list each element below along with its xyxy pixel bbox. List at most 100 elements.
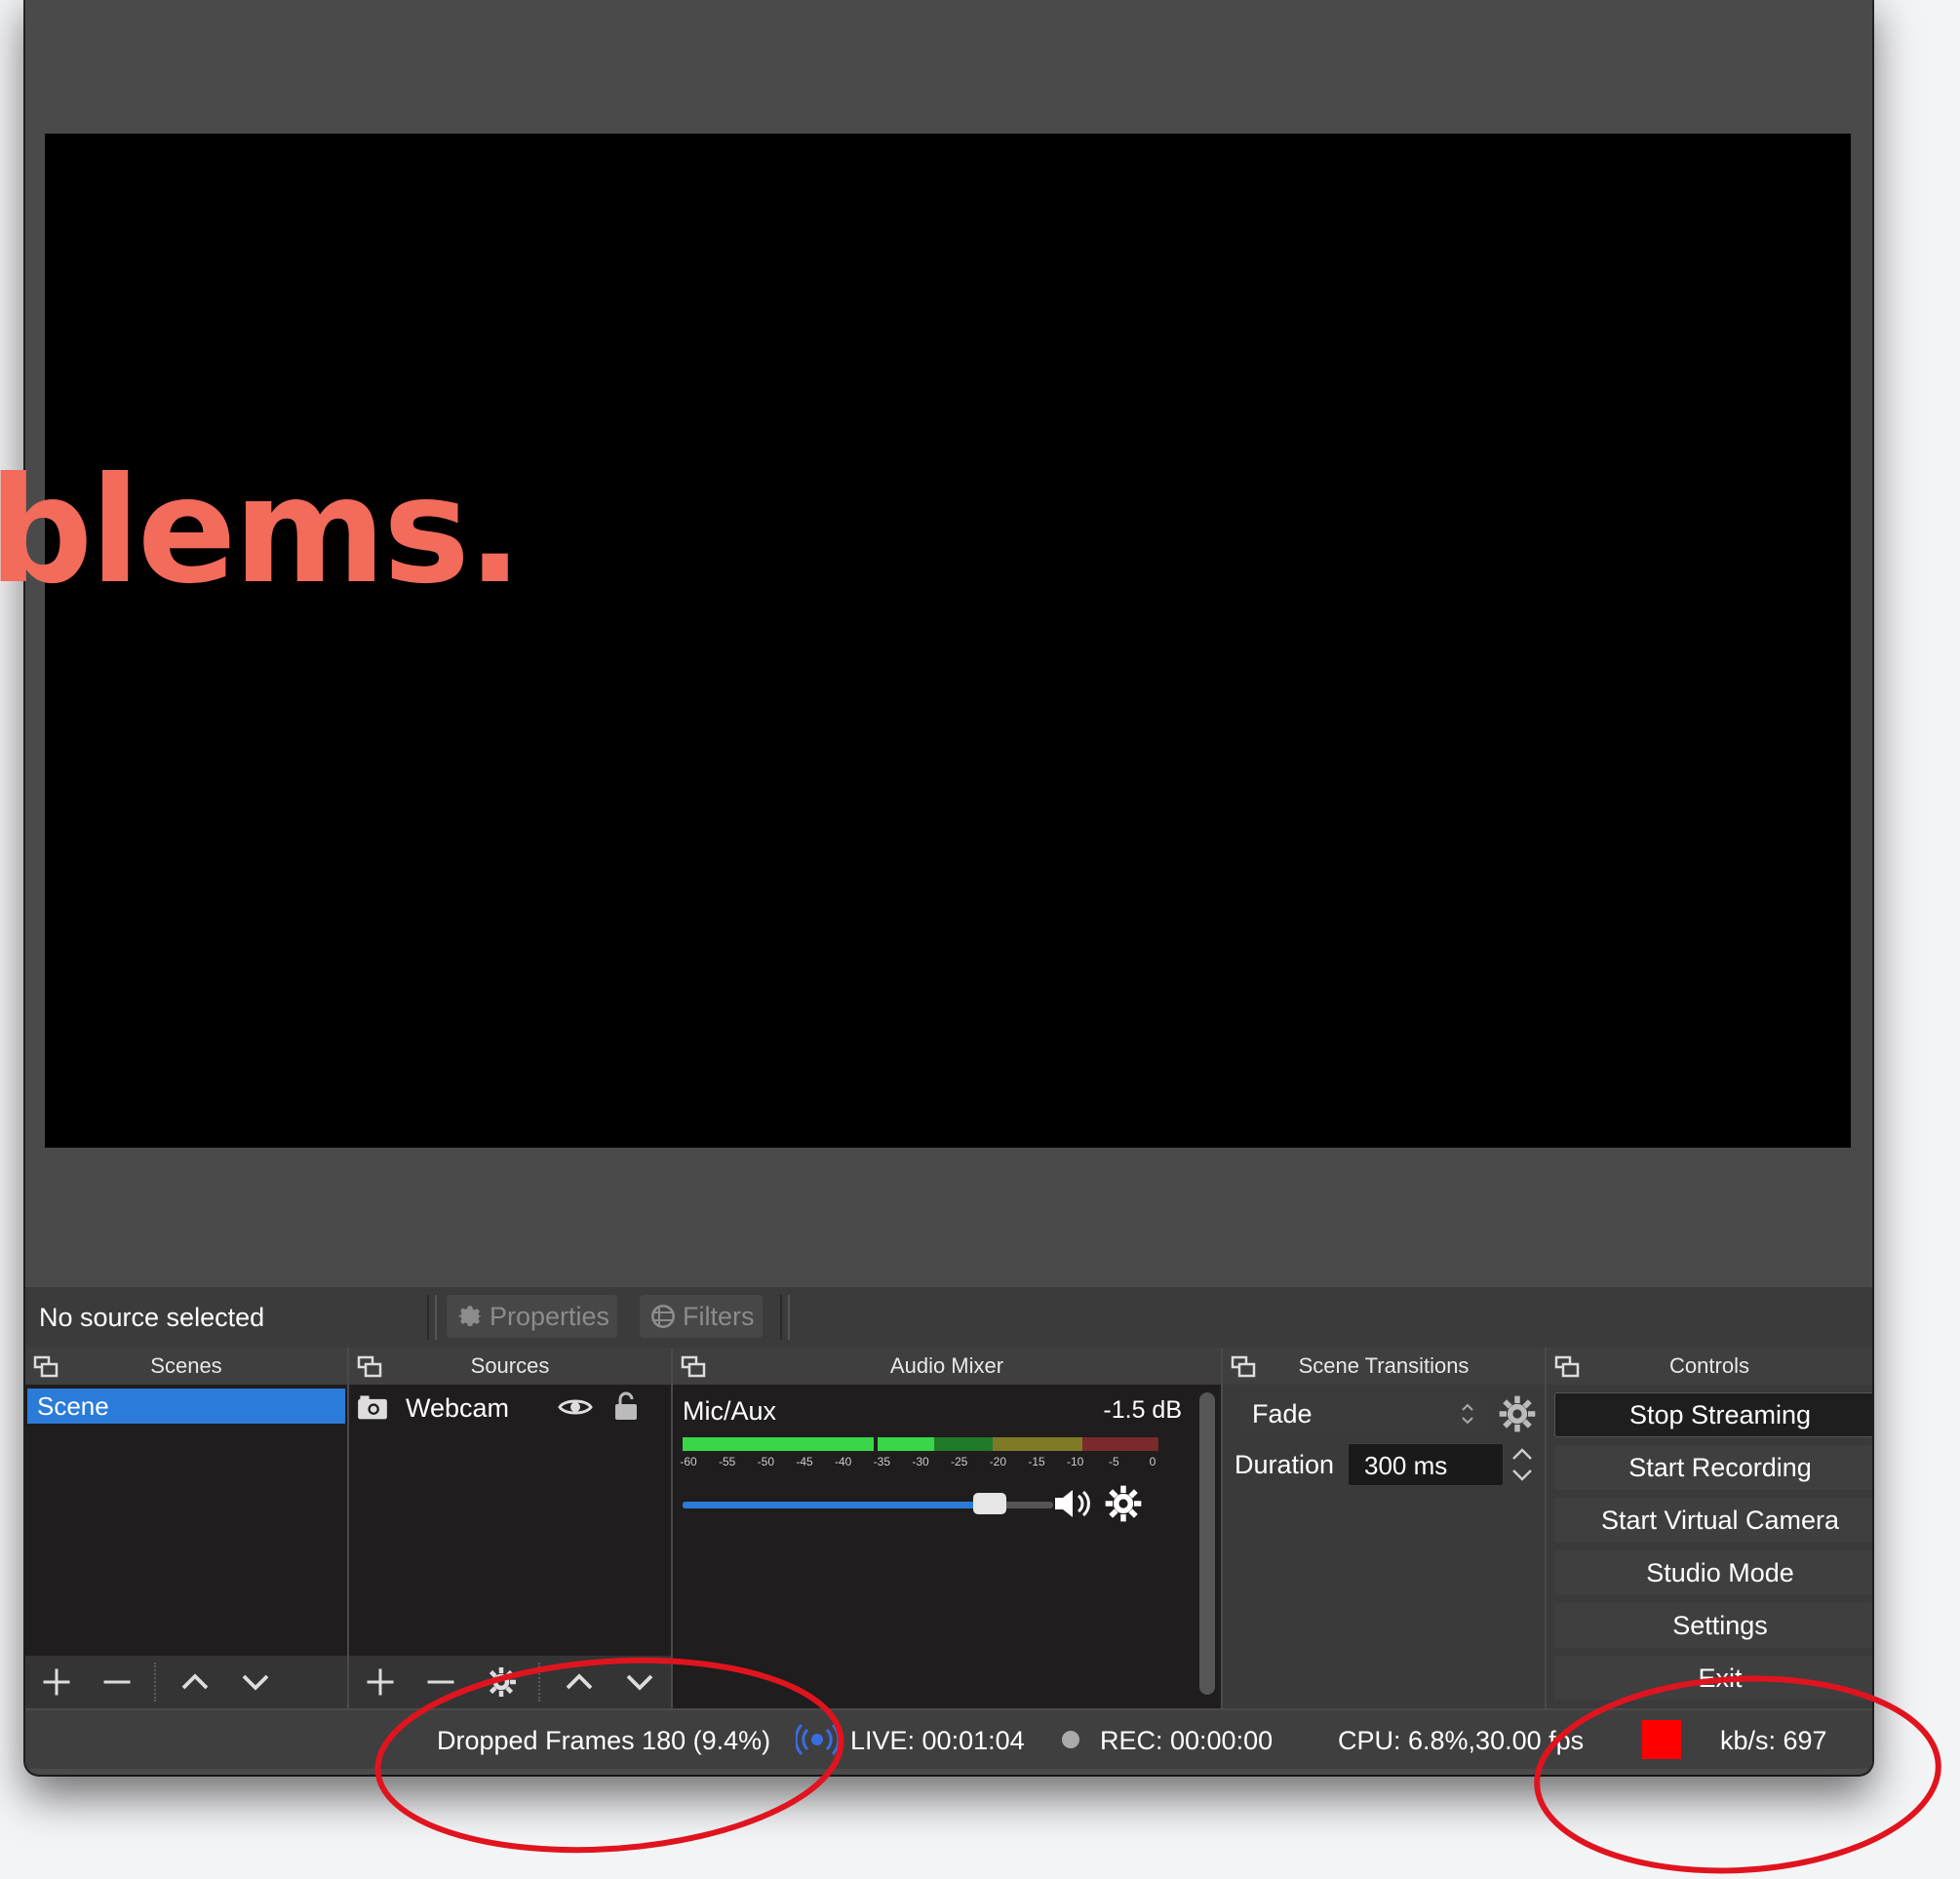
volume-slider-handle[interactable] bbox=[973, 1493, 1007, 1514]
controls-title: Controls bbox=[1547, 1348, 1872, 1385]
filter-icon bbox=[651, 1305, 675, 1328]
undock-icon[interactable] bbox=[357, 1355, 382, 1379]
lock-icon[interactable] bbox=[612, 1390, 640, 1422]
speaker-icon[interactable] bbox=[1051, 1482, 1094, 1525]
filters-button[interactable]: Filters bbox=[640, 1295, 763, 1338]
start-virtual-camera-button[interactable]: Start Virtual Camera bbox=[1554, 1498, 1872, 1543]
dropped-frames: Dropped Frames 180 (9.4%) bbox=[437, 1726, 771, 1755]
preview-canvas[interactable] bbox=[45, 134, 1851, 1148]
volume-slider[interactable] bbox=[683, 1493, 1053, 1514]
meter-bar-green bbox=[683, 1437, 874, 1451]
meter-tick: -35 bbox=[873, 1455, 890, 1468]
add-scene-button[interactable] bbox=[33, 1659, 80, 1705]
move-source-down-button[interactable] bbox=[616, 1659, 663, 1705]
scene-item[interactable]: Scene bbox=[27, 1389, 345, 1424]
transition-value: Fade bbox=[1252, 1399, 1313, 1429]
settings-button[interactable]: Settings bbox=[1554, 1603, 1872, 1648]
camera-icon bbox=[358, 1395, 387, 1420]
move-scene-up-button[interactable] bbox=[172, 1659, 218, 1705]
meter-tick: -30 bbox=[912, 1455, 929, 1468]
meter-bar-green bbox=[878, 1437, 934, 1451]
transition-select[interactable]: Fade bbox=[1235, 1392, 1486, 1435]
volume-fill bbox=[683, 1502, 991, 1508]
toolbar-divider bbox=[154, 1663, 158, 1702]
undock-icon[interactable] bbox=[681, 1355, 706, 1379]
scene-transitions-dock: Scene Transitions Fade Duration 300 ms bbox=[1223, 1348, 1545, 1708]
meter-tick: -55 bbox=[718, 1455, 736, 1468]
transition-gear-icon[interactable] bbox=[1496, 1392, 1539, 1435]
controls-body: Stop Streaming Start Recording Start Vir… bbox=[1547, 1385, 1872, 1708]
source-properties-button[interactable] bbox=[478, 1659, 525, 1705]
kbps-readout: kb/s: 697 bbox=[1720, 1726, 1827, 1755]
remove-scene-button[interactable] bbox=[94, 1659, 140, 1705]
minus-icon bbox=[103, 1680, 131, 1684]
studio-mode-button[interactable]: Studio Mode bbox=[1554, 1550, 1872, 1595]
meter-tick: -10 bbox=[1066, 1455, 1084, 1468]
undock-icon[interactable] bbox=[1554, 1355, 1580, 1379]
undock-icon[interactable] bbox=[33, 1355, 59, 1379]
move-scene-down-button[interactable] bbox=[232, 1659, 279, 1705]
chevron-down-icon bbox=[242, 1674, 269, 1691]
properties-label: Properties bbox=[490, 1301, 610, 1331]
properties-button[interactable]: Properties bbox=[447, 1295, 618, 1338]
source-item-webcam[interactable]: Webcam bbox=[357, 1389, 663, 1428]
chevron-up-icon bbox=[566, 1673, 593, 1690]
duration-input[interactable]: 300 ms bbox=[1348, 1443, 1504, 1486]
meter-tick: 0 bbox=[1149, 1455, 1156, 1468]
rec-timer: REC: 00:00:00 bbox=[1100, 1726, 1274, 1755]
add-source-button[interactable] bbox=[357, 1659, 404, 1705]
audio-mixer-title: Audio Mixer bbox=[673, 1348, 1221, 1385]
scenes-list: Scene bbox=[25, 1385, 347, 1708]
meter-tick: -60 bbox=[680, 1455, 697, 1468]
mixer-db-value: -1.5 dB bbox=[1103, 1396, 1182, 1424]
broadcast-icon bbox=[796, 1723, 839, 1756]
undock-icon[interactable] bbox=[1231, 1355, 1256, 1379]
status-bar: Dropped Frames 180 (9.4%) LIVE: 00:01:04… bbox=[25, 1710, 1872, 1769]
stop-streaming-button[interactable]: Stop Streaming bbox=[1554, 1392, 1872, 1437]
toolbar-separator bbox=[780, 1295, 790, 1340]
slide-headline: blems. bbox=[0, 447, 523, 616]
meter-bar-dark-green bbox=[934, 1437, 993, 1451]
mixer-icons bbox=[1051, 1482, 1145, 1525]
sources-toolbar bbox=[349, 1656, 671, 1708]
live-timer: LIVE: 00:01:04 bbox=[850, 1726, 1025, 1755]
meter-bar-red bbox=[1082, 1437, 1158, 1451]
scenes-toolbar bbox=[25, 1656, 347, 1708]
meter-tick: -25 bbox=[950, 1455, 968, 1468]
cpu-usage: CPU: 6.8%,30.00 fps bbox=[1338, 1726, 1585, 1755]
eye-icon[interactable] bbox=[558, 1392, 593, 1422]
source-label: Webcam bbox=[406, 1392, 510, 1423]
gear-icon[interactable] bbox=[1102, 1482, 1145, 1525]
meter-tick: -50 bbox=[757, 1455, 774, 1468]
sources-title: Sources bbox=[349, 1348, 671, 1385]
toolbar-separator bbox=[427, 1295, 437, 1340]
plus-icon bbox=[43, 1668, 70, 1696]
mixer-channel-name: Mic/Aux bbox=[683, 1396, 777, 1426]
meter-tick: -40 bbox=[834, 1455, 852, 1468]
gear-icon bbox=[487, 1667, 516, 1697]
audio-mixer-dock: Audio Mixer Mic/Aux -1.5 dB -60 -55 -50 -45… bbox=[673, 1348, 1221, 1708]
duration-label: Duration bbox=[1235, 1450, 1335, 1479]
move-source-up-button[interactable] bbox=[556, 1659, 603, 1705]
scene-transitions-title-label: Scene Transitions bbox=[1298, 1353, 1470, 1378]
controls-title-label: Controls bbox=[1669, 1353, 1749, 1378]
toolbar-divider bbox=[538, 1663, 542, 1702]
bitrate-indicator bbox=[1642, 1720, 1681, 1759]
no-source-label: No source selected bbox=[39, 1303, 265, 1332]
mixer-scrollbar[interactable] bbox=[1199, 1392, 1215, 1695]
scene-transitions-body: Fade Duration 300 ms bbox=[1223, 1385, 1545, 1708]
controls-dock: Controls Stop Streaming Start Recording … bbox=[1547, 1348, 1872, 1708]
remove-source-button[interactable] bbox=[417, 1659, 464, 1705]
audio-mixer-body: Mic/Aux -1.5 dB -60 -55 -50 -45 -40 -35 -30 -25… bbox=[673, 1385, 1221, 1708]
start-recording-button[interactable]: Start Recording bbox=[1554, 1445, 1872, 1490]
duration-stepper[interactable] bbox=[1506, 1441, 1539, 1488]
record-dot-icon bbox=[1062, 1731, 1079, 1748]
exit-button[interactable]: Exit bbox=[1554, 1656, 1872, 1701]
filters-label: Filters bbox=[683, 1301, 755, 1331]
meter-tick: -15 bbox=[1028, 1455, 1045, 1468]
meter-tick: -45 bbox=[796, 1455, 813, 1468]
scene-transitions-title: Scene Transitions bbox=[1223, 1348, 1545, 1385]
gear-icon bbox=[458, 1306, 482, 1326]
volume-meter bbox=[683, 1437, 1158, 1453]
sources-title-label: Sources bbox=[470, 1353, 550, 1378]
